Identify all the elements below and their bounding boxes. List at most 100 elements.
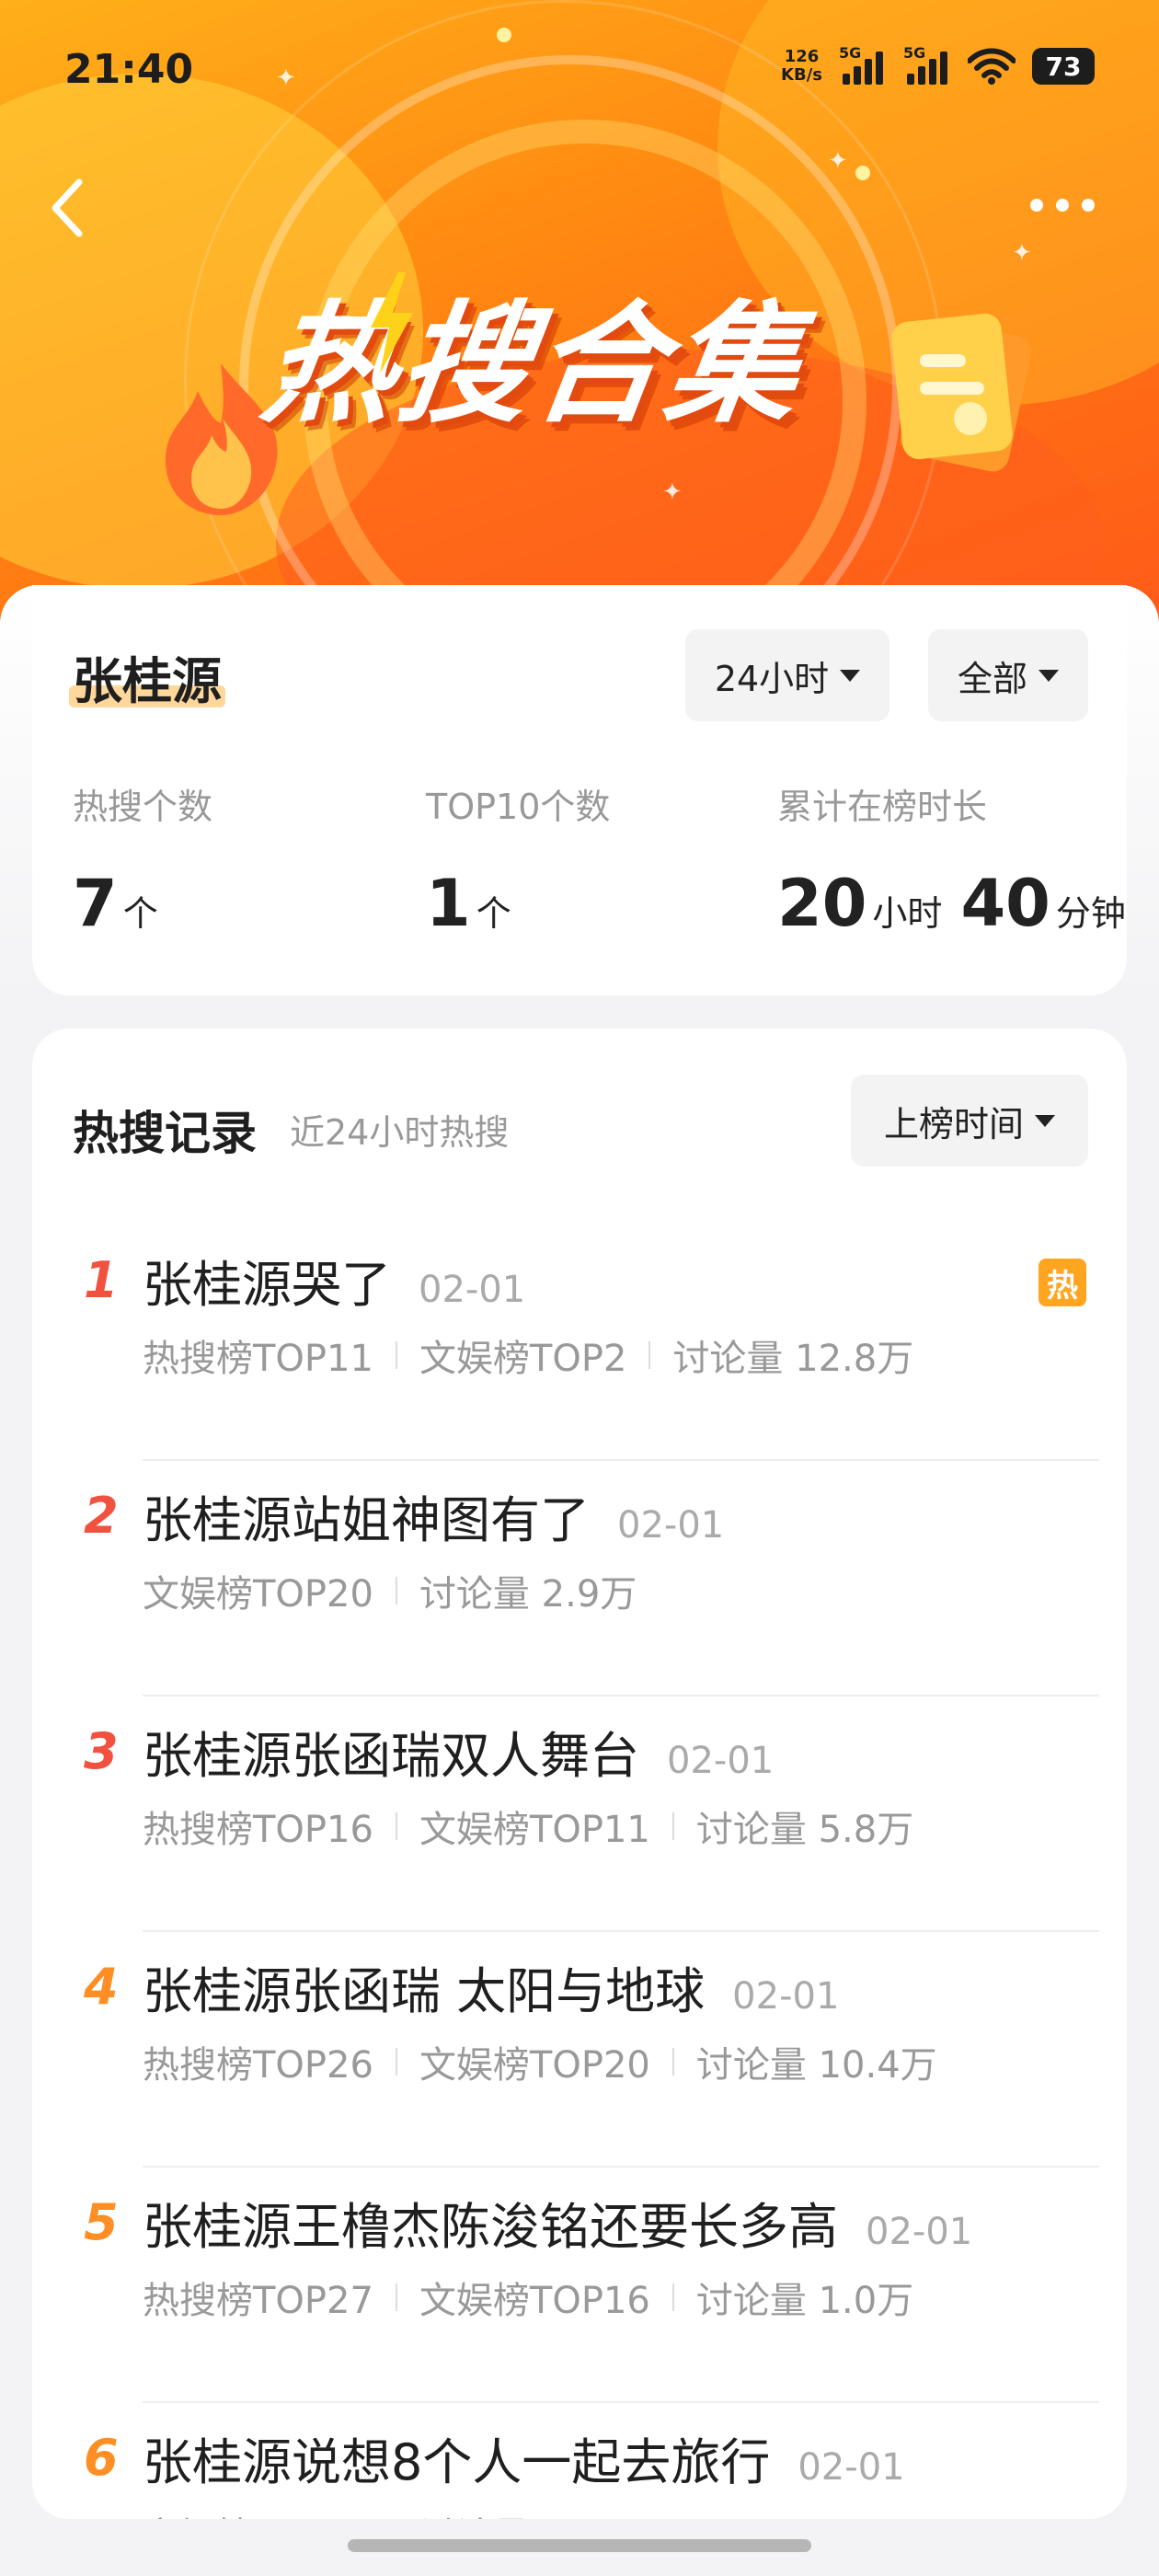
- caret-down-icon: [840, 669, 861, 682]
- battery-icon: 73: [1032, 48, 1095, 85]
- separator: [648, 1341, 651, 1369]
- time-filter-dropdown[interactable]: 24小时: [685, 629, 889, 721]
- stat-value: 7: [73, 866, 118, 941]
- meta-discussion: 讨论量 1.0万: [695, 2280, 914, 2322]
- rank-number: 3: [84, 1722, 119, 1780]
- status-icons: 126 KB/s 5G 5G 73: [781, 44, 1095, 85]
- sparkle-icon: ✦: [1012, 239, 1032, 267]
- list-item[interactable]: 5 张桂源王橹杰陈浚铭还要长多高 02-01 热搜榜TOP27 文娱榜TOP16…: [32, 2168, 1127, 2403]
- home-indicator[interactable]: [348, 2539, 811, 2552]
- signal-icon: 5G: [839, 44, 887, 85]
- stat-unit: 个: [476, 893, 511, 934]
- network-speed-unit: KB/s: [781, 65, 822, 85]
- separator: [671, 2048, 674, 2076]
- separator: [395, 2283, 397, 2311]
- lightning-icon: [371, 272, 413, 374]
- item-date: 02-01: [798, 2446, 905, 2489]
- signal-label: 5G: [839, 44, 862, 62]
- meta-ent-rank: 文娱榜TOP28: [143, 2506, 373, 2519]
- stat-label: 累计在榜时长: [777, 787, 988, 827]
- stat-top10-count: TOP10个数 1 个: [426, 778, 610, 941]
- separator: [671, 2283, 674, 2311]
- meta-ent-rank: 文娱榜TOP16: [419, 2280, 650, 2322]
- dot-icon: [1056, 199, 1069, 212]
- separator: [395, 1812, 397, 1840]
- item-date: 02-01: [419, 1269, 526, 1311]
- item-date: 02-01: [617, 1504, 725, 1547]
- signal-icon: 5G: [903, 44, 951, 85]
- sort-label: 上榜时间: [883, 1103, 1024, 1144]
- rank-number: 1: [84, 1251, 119, 1309]
- network-speed-value: 126: [784, 47, 820, 66]
- records-title: 热搜记录: [73, 1107, 257, 1160]
- meta-hot-rank: 热搜榜TOP26: [143, 2044, 373, 2087]
- rank-number: 6: [84, 2429, 119, 2487]
- signal-label: 5G: [903, 44, 926, 62]
- item-title: 张桂源王橹杰陈浚铭还要长多高: [143, 2198, 838, 2256]
- caret-down-icon: [1039, 669, 1059, 682]
- sparkle-icon: ✦: [828, 147, 848, 175]
- status-time: 21:40: [64, 46, 194, 93]
- list-item[interactable]: 6 张桂源说想8个人一起去旅行 02-01 文娱榜TOP28 讨论量 6377: [32, 2403, 1127, 2519]
- meta-discussion: 讨论量 6377: [419, 2506, 636, 2519]
- list-item[interactable]: 1 张桂源哭了 02-01 热 热搜榜TOP11 文娱榜TOP2 讨论量 12.…: [32, 1225, 1127, 1461]
- network-speed: 126 KB/s: [781, 48, 822, 85]
- document-icon: [891, 313, 1031, 472]
- hot-badge: 热: [1039, 1259, 1086, 1306]
- stat-label: TOP10个数: [426, 787, 611, 827]
- stat-hot-count: 热搜个数 7 个: [73, 778, 212, 941]
- meta-discussion: 讨论量 5.8万: [695, 1809, 914, 1851]
- meta-hot-rank: 热搜榜TOP11: [143, 1338, 373, 1380]
- meta-discussion: 讨论量 10.4万: [695, 2044, 937, 2087]
- list-item[interactable]: 4 张桂源张函瑞 太阳与地球 02-01 热搜榜TOP26 文娱榜TOP20 讨…: [32, 1932, 1127, 2168]
- item-title: 张桂源站姐神图有了: [143, 1491, 590, 1549]
- dot-icon: [1082, 199, 1095, 212]
- stat-value: 1: [426, 866, 471, 941]
- item-title: 张桂源张函瑞双人舞台: [143, 1727, 639, 1785]
- summary-card: 张桂源 24小时 全部 热搜个数 7 个 TOP10个数 1 个 累计在榜时长 …: [32, 585, 1127, 995]
- separator: [671, 1812, 674, 1840]
- sort-dropdown[interactable]: 上榜时间: [851, 1075, 1088, 1167]
- item-title: 张桂源张函瑞 太阳与地球: [143, 1962, 706, 2020]
- stat-hours-unit: 小时: [872, 893, 943, 934]
- meta-hot-rank: 热搜榜TOP27: [143, 2280, 373, 2322]
- item-title: 张桂源哭了: [143, 1256, 391, 1314]
- back-icon[interactable]: [44, 171, 99, 245]
- separator: [395, 2048, 397, 2076]
- status-bar: 21:40 126 KB/s 5G 5G 73: [0, 0, 1159, 147]
- separator: [395, 1577, 397, 1604]
- stat-unit: 个: [122, 893, 158, 934]
- item-date: 02-01: [667, 1740, 775, 1782]
- item-title: 张桂源说想8个人一起去旅行: [143, 2433, 771, 2491]
- dot-icon: [1030, 199, 1043, 212]
- sparkle-icon: ✦: [662, 478, 683, 506]
- separator: [395, 1341, 397, 1369]
- stat-label: 热搜个数: [73, 787, 213, 827]
- stat-minutes-unit: 分钟: [1055, 893, 1126, 934]
- stat-hours-value: 20: [777, 866, 867, 941]
- rank-number: 5: [84, 2193, 119, 2251]
- list-item[interactable]: 2 张桂源站姐神图有了 02-01 文娱榜TOP20 讨论量 2.9万: [32, 1461, 1127, 1696]
- meta-ent-rank: 文娱榜TOP11: [419, 1809, 650, 1851]
- person-name: 张桂源: [69, 640, 225, 713]
- caret-down-icon: [1035, 1114, 1055, 1127]
- item-date: 02-01: [732, 1975, 840, 2018]
- stat-total-duration: 累计在榜时长 20 小时 40 分钟: [777, 778, 1126, 941]
- item-date: 02-01: [866, 2211, 973, 2253]
- meta-discussion: 讨论量 12.8万: [672, 1338, 914, 1380]
- meta-ent-rank: 文娱榜TOP2: [419, 1338, 627, 1380]
- meta-ent-rank: 文娱榜TOP20: [143, 1573, 373, 1616]
- category-filter-label: 全部: [957, 658, 1027, 699]
- rank-number: 4: [84, 1958, 119, 2016]
- category-filter-dropdown[interactable]: 全部: [928, 629, 1088, 721]
- meta-ent-rank: 文娱榜TOP20: [419, 2044, 650, 2087]
- list-item[interactable]: 3 张桂源张函瑞双人舞台 02-01 热搜榜TOP16 文娱榜TOP11 讨论量…: [32, 1696, 1127, 1932]
- sparkle-dot: [855, 166, 870, 180]
- more-options-button[interactable]: [1030, 191, 1113, 219]
- person-name-text: 张桂源: [73, 652, 222, 710]
- records-subtitle: 近24小时热搜: [290, 1112, 510, 1153]
- hot-search-records-card: 热搜记录 近24小时热搜 上榜时间 1 张桂源哭了 02-01 热 热搜榜TOP…: [32, 1029, 1127, 2519]
- battery-level: 73: [1045, 51, 1082, 82]
- banner-title: 热搜合集: [254, 289, 813, 441]
- meta-discussion: 讨论量 2.9万: [419, 1573, 637, 1616]
